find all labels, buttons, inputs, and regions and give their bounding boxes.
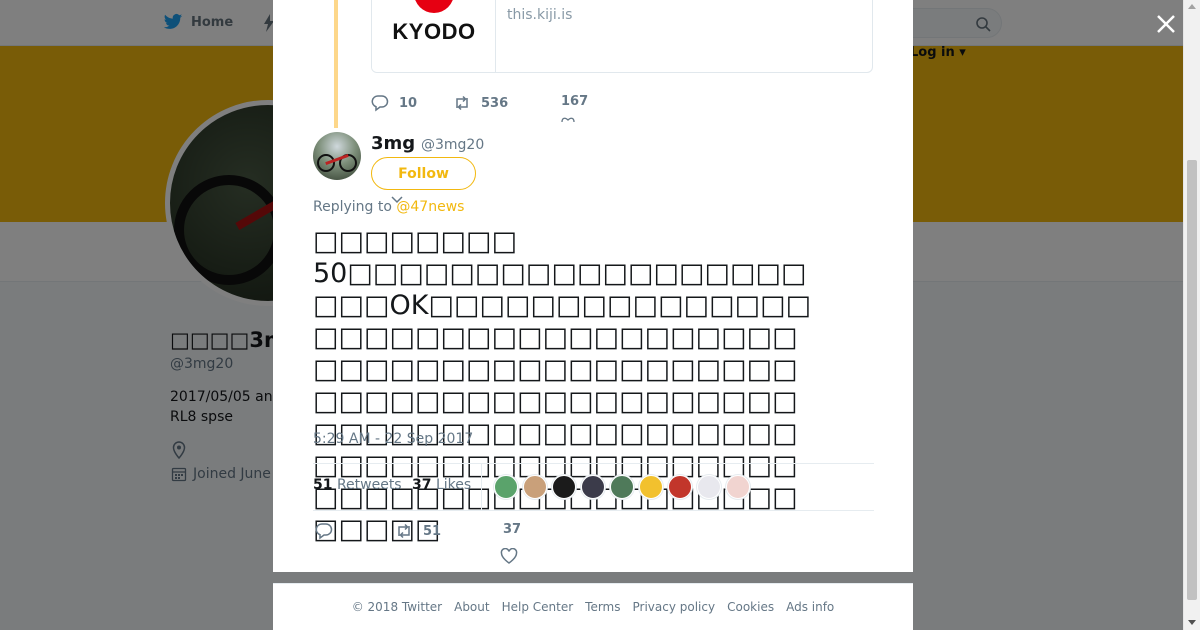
liker-avatar[interactable] [610, 475, 634, 499]
footer-cookies-link[interactable]: Cookies [727, 600, 774, 614]
tweet-timestamp[interactable]: 5:29 AM - 22 Sep 2017 [313, 431, 473, 447]
author-name[interactable]: 3mg [371, 133, 415, 154]
reply-action[interactable]: 10 [371, 94, 417, 112]
like-action[interactable]: 37 [503, 522, 521, 537]
footer-copyright: © 2018 Twitter [351, 600, 443, 614]
card-domain: this.kiji.is [507, 7, 573, 23]
replying-to: Replying to @47news [313, 199, 465, 215]
footer-about-link[interactable]: About [454, 600, 489, 614]
like-action[interactable]: 167 [561, 94, 588, 109]
heart-icon[interactable] [500, 548, 518, 564]
scroll-down-arrow[interactable] [1188, 620, 1196, 625]
link-preview-card[interactable]: KYODO this.kiji.is [371, 0, 873, 73]
likes-stat[interactable]: 37 Likes [412, 477, 471, 493]
scrollbar-thumb[interactable] [1187, 160, 1197, 600]
author-handle[interactable]: @3mg20 [421, 137, 484, 153]
liker-avatar[interactable] [668, 475, 692, 499]
footer-ads-link[interactable]: Ads info [786, 600, 834, 614]
reply-icon [315, 523, 333, 540]
liker-avatar[interactable] [726, 475, 750, 499]
close-icon [1157, 15, 1175, 33]
author-avatar[interactable] [313, 132, 361, 180]
kyodo-logo-mark [414, 0, 454, 13]
retweet-icon [398, 523, 410, 539]
liker-avatar[interactable] [552, 475, 576, 499]
tweet-actions: 51 37 [313, 522, 613, 564]
retweet-icon [456, 95, 468, 111]
mention-link[interactable]: @47news [396, 199, 464, 215]
liker-avatar[interactable] [697, 475, 721, 499]
reply-action[interactable] [315, 522, 333, 540]
retweet-action[interactable]: 536 [453, 94, 508, 112]
parent-tweet-actions: 10 536 167 [371, 94, 631, 114]
heart-icon [561, 117, 575, 122]
kyodo-logo-text: KYODO [392, 19, 476, 44]
tweet-stats: 51 Retweets 37 Likes [313, 463, 874, 511]
follow-button[interactable]: Follow [371, 157, 476, 190]
page-scrollbar[interactable] [1183, 0, 1200, 630]
reply-icon [371, 95, 389, 112]
liker-avatars [494, 475, 750, 499]
close-modal-button[interactable] [1152, 10, 1180, 38]
footer-terms-link[interactable]: Terms [585, 600, 620, 614]
footer-privacy-link[interactable]: Privacy policy [633, 600, 716, 614]
tweet-permalink-modal: KYODO this.kiji.is 10 536 167 3mg @3mg20… [273, 0, 913, 572]
retweets-stat[interactable]: 51 Retweets [313, 477, 402, 493]
scroll-up-arrow[interactable] [1188, 4, 1196, 9]
liker-avatar[interactable] [639, 475, 663, 499]
footer-help-link[interactable]: Help Center [502, 600, 574, 614]
thread-connector [334, 0, 338, 128]
liker-avatar[interactable] [523, 475, 547, 499]
card-thumbnail: KYODO [372, 0, 496, 72]
liker-avatar[interactable] [494, 475, 518, 499]
retweet-action[interactable]: 51 [395, 522, 441, 540]
footer: © 2018 Twitter About Help Center Terms P… [273, 583, 913, 630]
stats-divider [481, 464, 482, 510]
liker-avatar[interactable] [581, 475, 605, 499]
